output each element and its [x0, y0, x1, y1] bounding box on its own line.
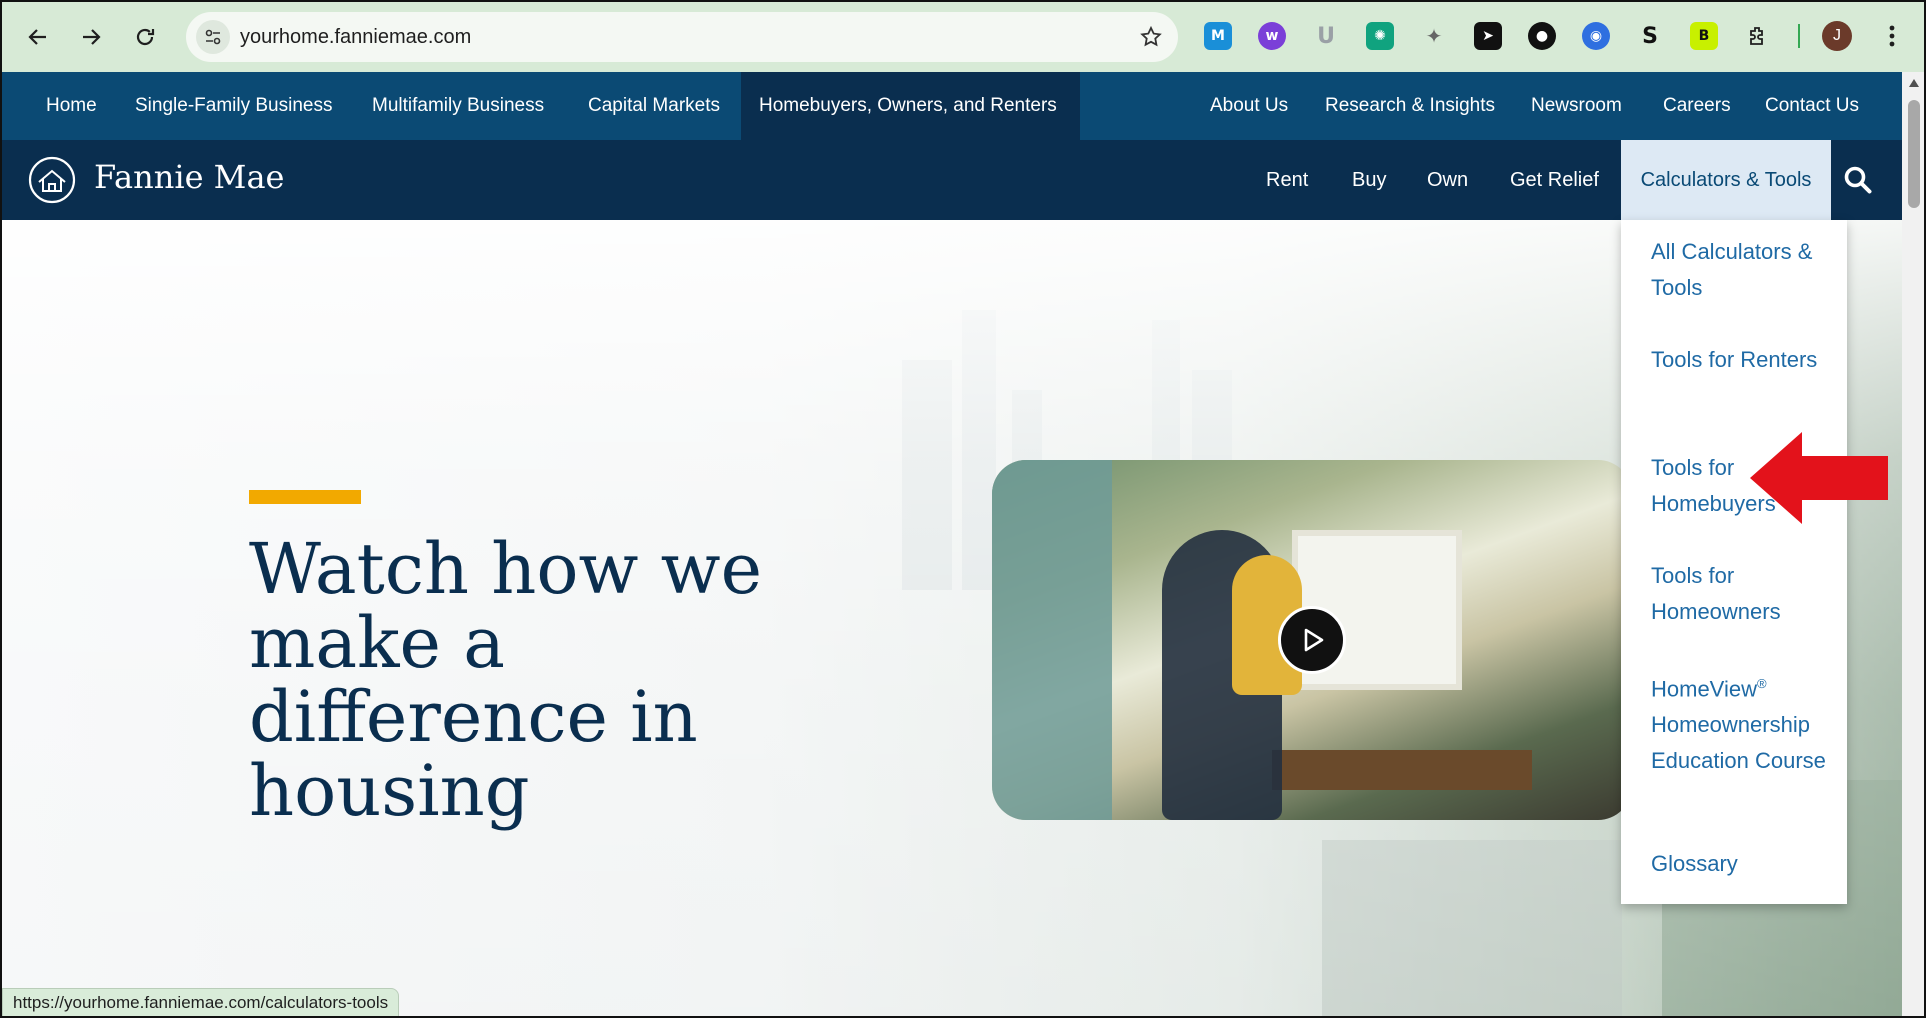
search-icon[interactable]	[1838, 160, 1878, 200]
bird-extension-icon[interactable]: ✦	[1420, 22, 1448, 50]
header-nav-buy[interactable]: Buy	[1352, 140, 1386, 220]
header-nav-calculators-tools[interactable]: Calculators & Tools	[1621, 140, 1831, 220]
link-status-bar: https://yourhome.fanniemae.com/calculato…	[2, 988, 400, 1016]
header-nav-own[interactable]: Own	[1427, 140, 1468, 220]
w-extension-icon[interactable]: w	[1258, 22, 1286, 50]
send-extension-icon[interactable]: ➤	[1474, 22, 1502, 50]
page-scrollbar[interactable]	[1902, 72, 1924, 1016]
dropdown-glossary[interactable]: Glossary	[1651, 846, 1841, 882]
topnav-careers[interactable]: Careers	[1663, 72, 1731, 140]
url-text[interactable]: yourhome.fanniemae.com	[240, 12, 471, 62]
back-icon[interactable]	[20, 19, 56, 55]
forward-icon[interactable]	[73, 19, 109, 55]
s-extension-icon[interactable]: S	[1636, 22, 1664, 50]
scrollbar-thumb[interactable]	[1908, 100, 1920, 208]
calculators-tools-dropdown: All Calculators & Tools Tools for Renter…	[1621, 220, 1847, 904]
hero-section: Watch how we make a difference in housin…	[2, 220, 1902, 1016]
registered-mark: ®	[1756, 676, 1767, 691]
site-info-icon[interactable]	[196, 20, 230, 54]
homeview-label: HomeView	[1651, 676, 1757, 702]
address-bar[interactable]: yourhome.fanniemae.com	[186, 12, 1178, 62]
m-extension-icon[interactable]: M	[1204, 22, 1232, 50]
reload-icon[interactable]	[127, 19, 163, 55]
dropdown-all-calculators-tools[interactable]: All Calculators & Tools	[1651, 234, 1841, 306]
header-nav-get-relief[interactable]: Get Relief	[1510, 140, 1599, 220]
circle-extension-icon[interactable]: ◉	[1582, 22, 1610, 50]
topnav-multifamily[interactable]: Multifamily Business	[372, 72, 544, 140]
hero-video-thumbnail[interactable]	[992, 460, 1632, 820]
site-header: Fannie Mae Rent Buy Own Get Relief Calcu…	[2, 140, 1902, 220]
fannie-mae-logo-text[interactable]: Fannie Mae	[94, 158, 284, 196]
puzzle-icon[interactable]	[1744, 22, 1772, 50]
topnav-capital-markets[interactable]: Capital Markets	[588, 72, 720, 140]
topnav-research-insights[interactable]: Research & Insights	[1325, 72, 1495, 140]
red-arrow-annotation	[1750, 432, 1888, 524]
topnav-contact-us[interactable]: Contact Us	[1765, 72, 1859, 140]
topnav-single-family[interactable]: Single-Family Business	[135, 72, 332, 140]
browser-window: yourhome.fanniemae.com M w U ✺ ✦ ➤ ● ◉ S…	[0, 0, 1926, 1018]
dropdown-homeview-course[interactable]: HomeView® Homeownership Education Course	[1651, 666, 1841, 779]
topnav-home[interactable]: Home	[46, 72, 97, 140]
dropdown-tools-for-homeowners[interactable]: Tools for Homeowners	[1651, 558, 1841, 630]
hero-headline: Watch how we make a difference in housin…	[249, 528, 763, 832]
toolbar-divider	[1798, 24, 1800, 48]
topnav-newsroom[interactable]: Newsroom	[1531, 72, 1622, 140]
gpt-extension-icon[interactable]: ✺	[1366, 22, 1394, 50]
headline-accent-bar	[249, 490, 361, 504]
bookmark-star-icon[interactable]	[1136, 22, 1166, 52]
u-extension-icon[interactable]: U	[1312, 22, 1340, 50]
play-icon[interactable]	[1278, 606, 1346, 674]
header-nav-rent[interactable]: Rent	[1266, 140, 1308, 220]
profile-avatar[interactable]: J	[1822, 21, 1852, 51]
fannie-mae-logo-icon[interactable]	[28, 156, 76, 204]
homeview-course-label: Homeownership Education Course	[1651, 712, 1826, 774]
topnav-about-us[interactable]: About Us	[1210, 72, 1288, 140]
scroll-up-icon	[1909, 79, 1919, 87]
video-scene-table	[1272, 750, 1532, 790]
topnav-homebuyers-owners-renters[interactable]: Homebuyers, Owners, and Renters	[741, 72, 1080, 140]
dropdown-tools-for-renters[interactable]: Tools for Renters	[1651, 342, 1841, 378]
b-extension-icon[interactable]: B	[1690, 22, 1718, 50]
dot-extension-icon[interactable]: ●	[1528, 22, 1556, 50]
browser-toolbar: yourhome.fanniemae.com M w U ✺ ✦ ➤ ● ◉ S…	[2, 2, 1924, 72]
video-scene-cabinet	[992, 460, 1112, 820]
top-utility-nav: Home Single-Family Business Multifamily …	[2, 72, 1902, 140]
menu-kebab-icon[interactable]	[1880, 22, 1904, 50]
